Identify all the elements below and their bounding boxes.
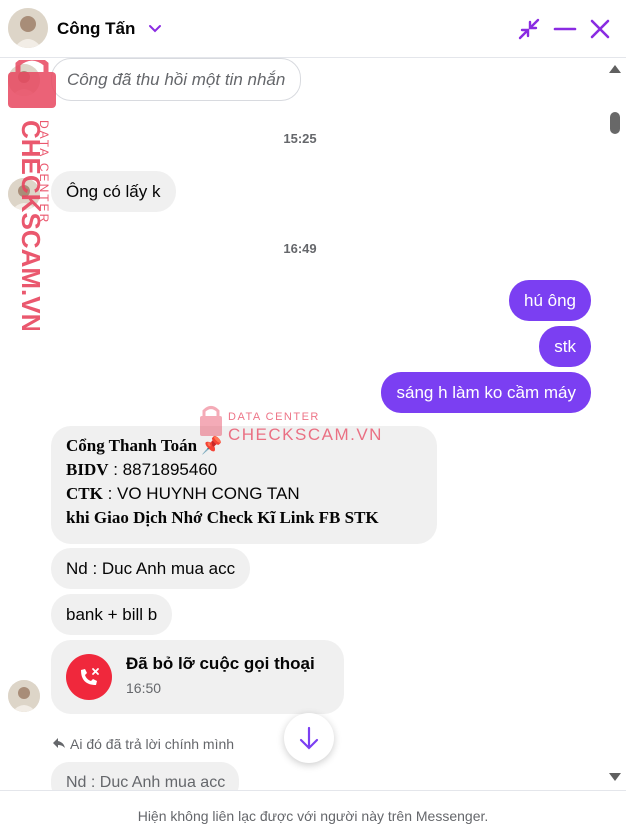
payment-warning: khi Giao Dịch Nhớ Check Kĩ Link FB STK [66,508,379,527]
timestamp: 15:25 [283,131,317,146]
timestamp: 16:49 [283,241,317,256]
pin-icon: 📌 [201,436,223,455]
incoming-message[interactable]: bank + bill b [51,594,173,635]
arrow-down-icon [299,726,319,750]
payment-heading-line: Cổng Thanh Toán 📌 [66,434,422,458]
bank-line: BIDV : 8871895460 [66,458,422,482]
message-list[interactable]: Công đã thu hồi một tin nhắn 15:25 Ông c… [0,58,626,790]
reply-arrow-icon [52,736,66,752]
reply-note: Ai đó đã trả lời chính mình [52,736,234,752]
missed-call-message[interactable]: Đã bỏ lỡ cuộc gọi thoại 16:50 [51,640,344,714]
sender-avatar[interactable] [8,680,40,712]
scrollbar-thumb[interactable] [610,112,620,134]
outgoing-message[interactable]: sáng h làm ko cầm máy [381,372,591,413]
reply-note-text: Ai đó đã trả lời chính mình [70,736,235,752]
minus-icon[interactable] [552,16,578,42]
bank-label: BIDV [66,460,109,479]
close-icon[interactable] [587,16,613,42]
scroll-up-arrow[interactable] [609,65,621,73]
sender-avatar[interactable] [8,178,40,210]
holder-line: CTK : VO HUYNH CONG TAN [66,482,422,506]
holder-label: CTK [66,484,103,503]
missed-call-icon [66,654,112,700]
footer-notice: Hiện không liên lạc được với người này t… [0,790,626,836]
contact-name[interactable]: Công Tấn [57,19,135,39]
payment-info-message[interactable]: Cổng Thanh Toán 📌 BIDV : 8871895460 CTK … [51,426,437,544]
recalled-message: Công đã thu hồi một tin nhắn [51,58,302,101]
account-holder: : VO HUYNH CONG TAN [102,484,300,503]
incoming-message[interactable]: Ông có lấy k [51,171,176,212]
scrollbar[interactable] [604,58,626,790]
payment-heading: Cổng Thanh Toán [66,436,198,455]
chat-header: Công Tấn [0,0,626,58]
missed-call-title: Đã bỏ lỡ cuộc gọi thoại [126,654,315,673]
incoming-message[interactable]: Nd : Duc Anh mua acc [51,548,251,589]
scroll-to-bottom-button[interactable] [284,713,334,763]
sender-avatar[interactable] [8,64,40,96]
reply-preview[interactable]: Nd : Duc Anh mua acc [51,762,239,790]
contact-avatar[interactable] [8,8,48,48]
outgoing-message[interactable]: hú ông [509,280,591,321]
warning-line: khi Giao Dịch Nhớ Check Kĩ Link FB STK [66,506,422,530]
outgoing-message[interactable]: stk [539,326,591,367]
minimize-window-icon[interactable] [516,16,542,42]
missed-call-time: 16:50 [126,680,162,696]
avatar-photo [8,8,48,48]
chevron-down-icon[interactable] [147,18,163,38]
bank-account-number: : 8871895460 [108,460,218,479]
scroll-down-arrow[interactable] [609,773,621,781]
